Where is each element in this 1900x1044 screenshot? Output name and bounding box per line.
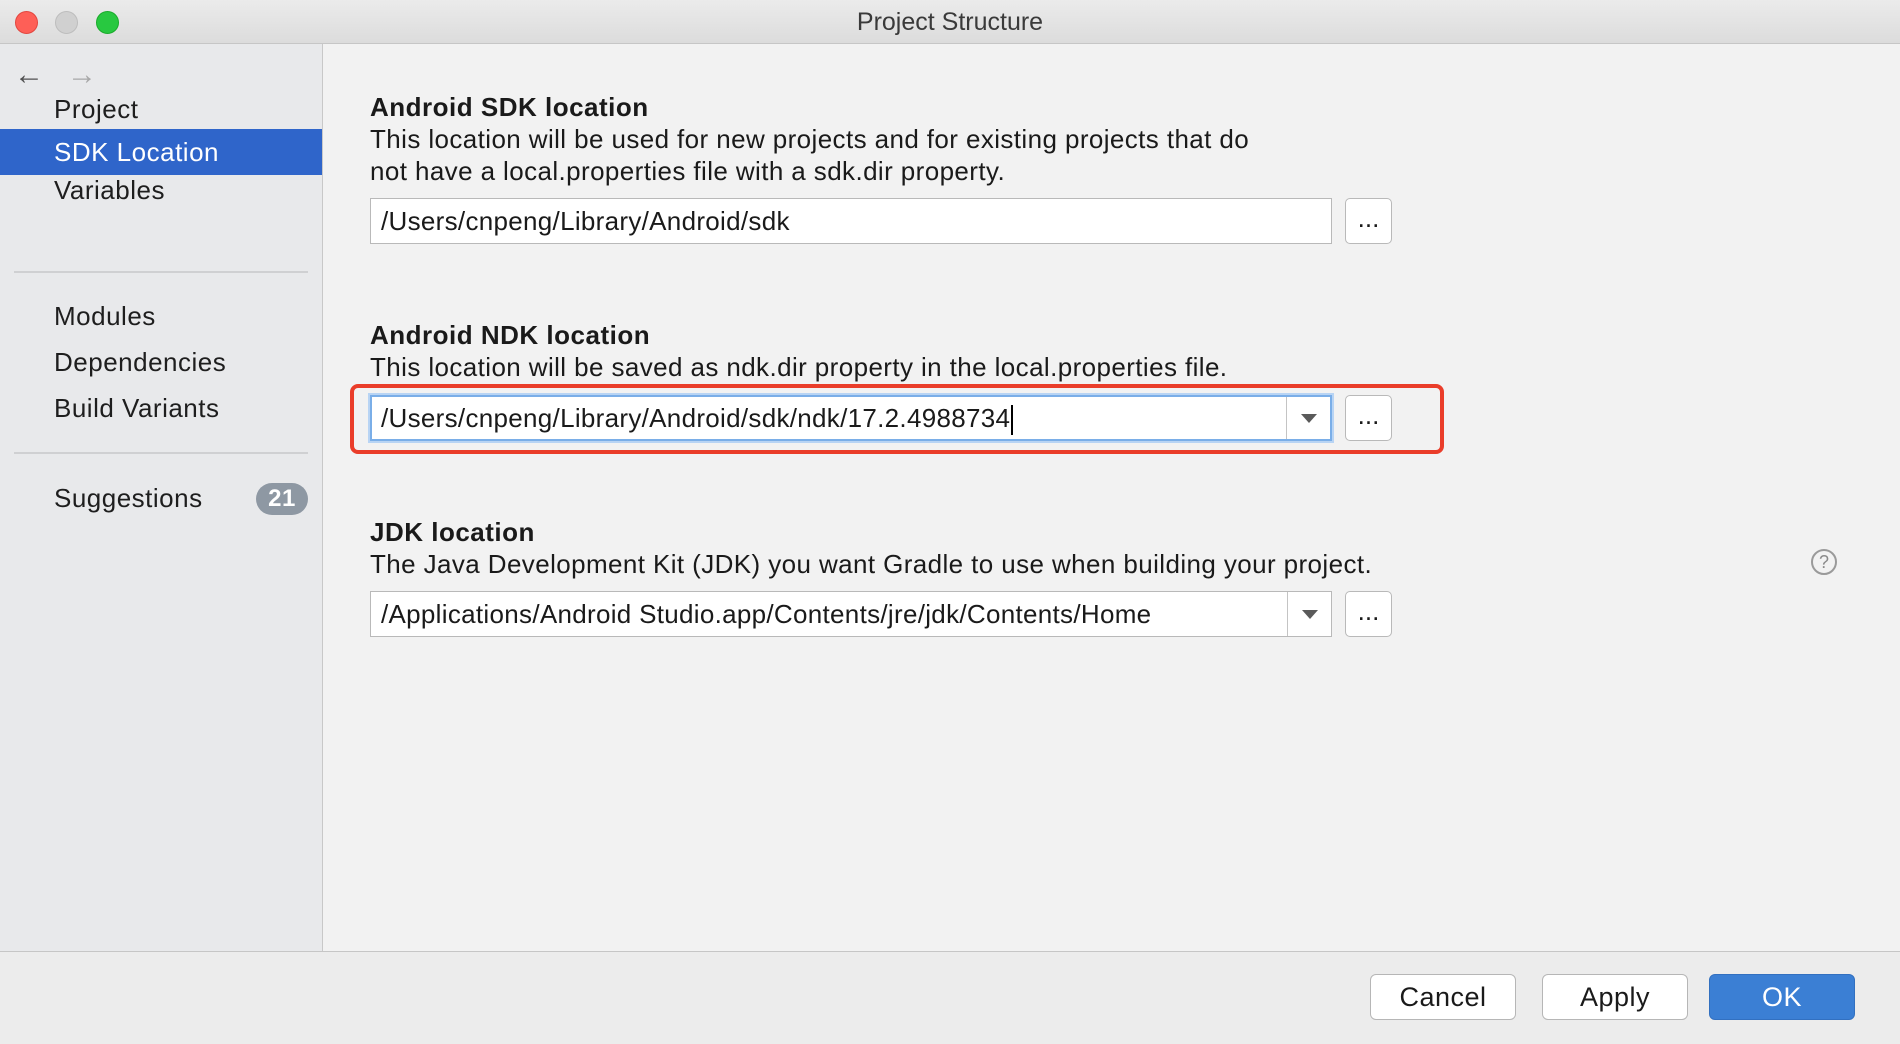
- sdk-location-description-line1: This location will be used for new proje…: [370, 124, 1250, 154]
- sidebar-item-label: Dependencies: [54, 347, 227, 377]
- sidebar-divider: [14, 271, 308, 273]
- jdk-location-description: The Java Development Kit (JDK) you want …: [370, 549, 1373, 579]
- jdk-location-value: /Applications/Android Studio.app/Content…: [381, 599, 1152, 629]
- sdk-location-panel: Android SDK location This location will …: [324, 44, 1900, 951]
- sidebar-item-suggestions[interactable]: Suggestions 21: [0, 475, 322, 521]
- apply-button[interactable]: Apply: [1542, 974, 1688, 1020]
- title-bar: Project Structure: [0, 0, 1900, 44]
- ndk-location-value: /Users/cnpeng/Library/Android/sdk/ndk/17…: [381, 403, 1011, 433]
- chevron-down-icon: [1302, 610, 1318, 619]
- sidebar: ← → Project SDK Location Variables Modul…: [0, 44, 323, 951]
- sidebar-item-dependencies[interactable]: Dependencies: [0, 339, 322, 385]
- sidebar-item-build-variants[interactable]: Build Variants: [0, 385, 322, 431]
- ndk-location-heading: Android NDK location: [370, 320, 651, 350]
- sdk-location-value: /Users/cnpeng/Library/Android/sdk: [381, 206, 790, 236]
- cancel-button[interactable]: Cancel: [1370, 974, 1516, 1020]
- sidebar-item-label: Project: [54, 94, 139, 124]
- dialog-footer: Cancel Apply OK: [0, 951, 1900, 1044]
- ndk-location-combobox[interactable]: /Users/cnpeng/Library/Android/sdk/ndk/17…: [370, 395, 1332, 441]
- ndk-location-description: This location will be saved as ndk.dir p…: [370, 352, 1228, 382]
- sdk-location-field[interactable]: /Users/cnpeng/Library/Android/sdk: [370, 198, 1332, 244]
- project-structure-window: Project Structure ← → Project SDK Locati…: [0, 0, 1900, 1044]
- jdk-location-heading: JDK location: [370, 517, 535, 547]
- jdk-dropdown-button[interactable]: [1287, 592, 1331, 636]
- jdk-location-combobox[interactable]: /Applications/Android Studio.app/Content…: [370, 591, 1332, 637]
- sidebar-item-label: Modules: [54, 301, 156, 331]
- sidebar-item-label: Suggestions: [54, 483, 203, 513]
- sidebar-item-label: SDK Location: [54, 137, 219, 167]
- ndk-browse-button[interactable]: ...: [1345, 395, 1392, 441]
- jdk-browse-button[interactable]: ...: [1345, 591, 1392, 637]
- sidebar-item-project[interactable]: Project: [0, 86, 322, 132]
- sidebar-item-label: Variables: [54, 175, 165, 205]
- chevron-down-icon: [1301, 414, 1317, 423]
- sdk-browse-button[interactable]: ...: [1345, 198, 1392, 244]
- ndk-dropdown-button[interactable]: [1286, 397, 1330, 439]
- ok-button[interactable]: OK: [1709, 974, 1855, 1020]
- sdk-location-description-line2: not have a local.properties file with a …: [370, 156, 1006, 186]
- window-title: Project Structure: [856, 8, 1044, 36]
- text-cursor: [1011, 405, 1014, 436]
- sidebar-item-variables[interactable]: Variables: [0, 167, 322, 213]
- sidebar-item-modules[interactable]: Modules: [0, 293, 322, 339]
- sidebar-divider: [14, 452, 308, 454]
- sdk-location-heading: Android SDK location: [370, 92, 649, 122]
- help-icon[interactable]: ?: [1811, 549, 1837, 575]
- sidebar-item-label: Build Variants: [54, 393, 220, 423]
- suggestions-count-badge: 21: [256, 483, 308, 515]
